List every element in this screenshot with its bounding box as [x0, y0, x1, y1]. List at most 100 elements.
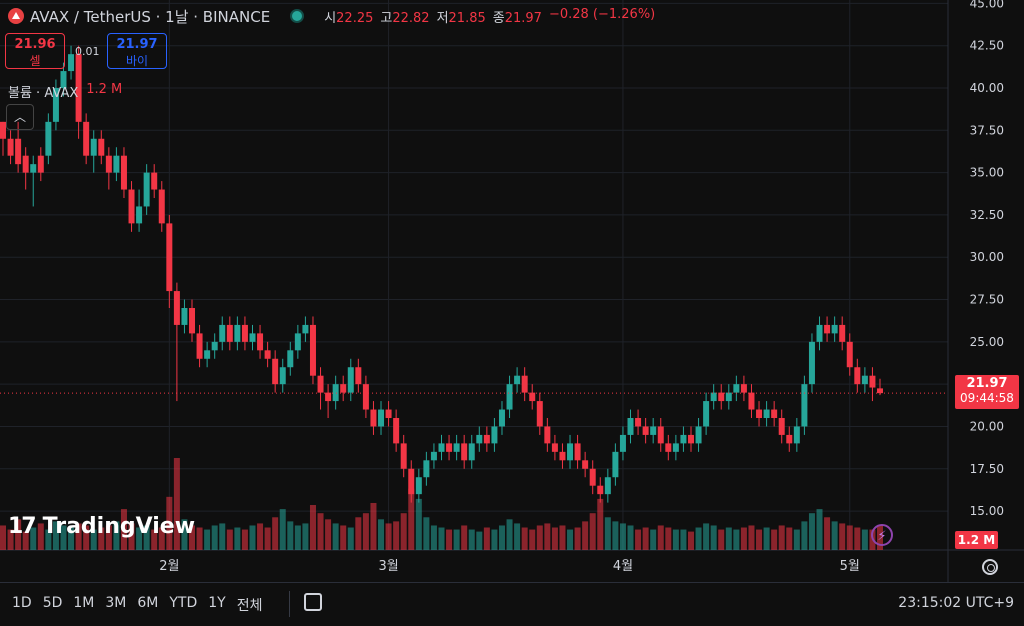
volume-bar — [0, 525, 6, 550]
symbol-title[interactable]: AVAX / TetherUS · 1날 · BINANCE — [30, 6, 270, 27]
volume-bar — [589, 513, 596, 550]
range-1d[interactable]: 1D — [12, 595, 32, 615]
volume-bar — [385, 523, 392, 550]
candle-body — [536, 401, 543, 427]
close-key: 종 — [492, 10, 505, 26]
candle-body — [808, 341, 815, 385]
candle-body — [136, 206, 143, 224]
x-tick-label: 5월 — [840, 559, 860, 574]
candle-body — [687, 434, 694, 444]
volume-bar — [370, 502, 377, 550]
range-all[interactable]: 전체 — [237, 595, 263, 615]
candle-body — [272, 358, 279, 385]
candle-body — [98, 138, 105, 156]
clock-timezone[interactable]: 23:15:02 UTC+9 — [898, 595, 1014, 611]
volume-bar — [302, 523, 309, 550]
volume-legend[interactable]: 볼륨 · AVAX 1.2 M — [8, 82, 122, 101]
range-6m[interactable]: 6M — [137, 595, 158, 615]
volume-bar — [317, 513, 324, 550]
volume-bar — [824, 517, 831, 550]
candle-body — [740, 384, 747, 393]
tradingview-logo-icon: 17 — [8, 514, 37, 539]
candle-body — [385, 409, 392, 418]
candle-body — [196, 333, 203, 359]
candle-body — [635, 418, 642, 427]
volume-bar — [650, 529, 657, 550]
volume-bar — [559, 525, 566, 550]
candle-body — [461, 443, 468, 461]
candle-body — [574, 443, 581, 461]
volume-label: 볼륨 · AVAX — [8, 86, 79, 101]
settings-gear-icon[interactable] — [982, 559, 998, 575]
candle-body — [105, 155, 112, 173]
volume-bar — [362, 513, 369, 550]
candle-body — [241, 324, 248, 342]
candle-body — [7, 138, 14, 156]
buy-button[interactable]: 21.97 바이 — [107, 33, 167, 69]
candle-body — [514, 375, 521, 385]
candle-body — [279, 367, 286, 385]
candle-body — [438, 443, 445, 452]
volume-bar — [400, 513, 407, 550]
collapse-legend-button[interactable]: ︿ — [6, 104, 34, 130]
candle-body — [824, 324, 831, 334]
y-tick-label: 20.00 — [970, 419, 1004, 433]
last-price: 21.97 — [966, 376, 1008, 391]
close-value: 21.97 — [504, 10, 542, 26]
y-tick-label: 37.50 — [970, 123, 1004, 137]
candle-body — [695, 426, 702, 444]
last-volume-label: 1.2 M — [955, 531, 998, 549]
volume-bar — [831, 521, 838, 550]
candle-body — [680, 434, 687, 444]
volume-bar — [567, 529, 574, 550]
range-5d[interactable]: 5D — [43, 595, 63, 615]
y-tick-label: 45.00 — [970, 0, 1004, 10]
range-ytd[interactable]: YTD — [169, 595, 197, 615]
volume-bar — [756, 529, 763, 550]
go-to-date-calendar-icon[interactable] — [304, 593, 322, 611]
y-tick-label: 15.00 — [970, 504, 1004, 518]
open-value: 22.25 — [336, 10, 374, 26]
lightning-icon[interactable]: ⚡ — [871, 524, 893, 546]
candle-body — [672, 443, 679, 452]
volume-bar — [279, 509, 286, 550]
volume-bar — [778, 525, 785, 550]
volume-bar — [506, 519, 513, 550]
candle-body — [801, 384, 808, 427]
sell-price: 21.96 — [14, 37, 56, 52]
y-tick-label: 25.00 — [970, 335, 1004, 349]
sell-button[interactable]: 21.96 셀 — [5, 33, 65, 69]
volume-bar — [196, 527, 203, 550]
candle-body — [189, 308, 196, 334]
candle-body — [362, 384, 369, 410]
volume-bar — [574, 527, 581, 550]
bottom-toolbar: 1D 5D 1M 3M 6M YTD 1Y 전체 23:15:02 UTC+9 — [0, 582, 1024, 626]
volume-bar — [226, 529, 233, 550]
candle-body — [627, 418, 634, 435]
range-1y[interactable]: 1Y — [208, 595, 225, 615]
range-1m[interactable]: 1M — [73, 595, 94, 615]
volume-bar — [241, 529, 248, 550]
y-tick-label: 35.00 — [970, 166, 1004, 180]
candle-body — [733, 384, 740, 393]
volume-bar — [808, 513, 815, 550]
candle-body — [423, 460, 430, 478]
toolbar-divider — [289, 591, 290, 617]
candle-body — [778, 418, 785, 435]
volume-bar — [740, 527, 747, 550]
volume-bar — [204, 529, 211, 550]
candle-body — [37, 155, 44, 173]
volume-bar — [627, 525, 634, 550]
volume-bar — [340, 525, 347, 550]
volume-value: 1.2 M — [86, 82, 123, 97]
volume-bar — [748, 525, 755, 550]
candle-body — [30, 164, 37, 173]
volume-bar — [680, 529, 687, 550]
candle-body — [468, 443, 475, 461]
tradingview-watermark: 17 TradingView — [8, 514, 195, 539]
candle-body — [83, 121, 90, 156]
candlestick-chart[interactable]: 45.00 42.50 40.00 37.50 35.00 32.50 30.00 27.50… — [0, 0, 1024, 582]
ohlc-legend: 시22.25 고22.82 저21.85 종21.97 −0.28 (−1.26… — [324, 7, 655, 26]
range-3m[interactable]: 3M — [105, 595, 126, 615]
symbol-header: AVAX / TetherUS · 1날 · BINANCE 시22.25 고2… — [8, 6, 655, 26]
